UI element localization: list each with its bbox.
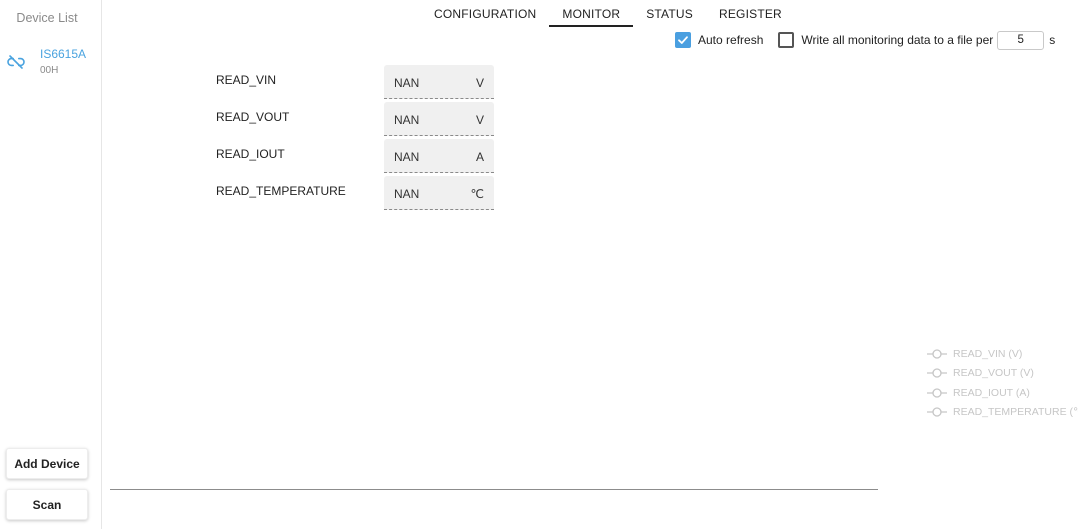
legend-line-marker-icon bbox=[927, 349, 947, 359]
monitor-label: READ_VIN bbox=[216, 73, 277, 87]
tab-configuration[interactable]: CONFIGURATION bbox=[421, 0, 549, 27]
legend-label: READ_IOUT (A) bbox=[953, 386, 1030, 399]
period-unit: s bbox=[1049, 33, 1056, 47]
legend-line-marker-icon bbox=[927, 368, 947, 378]
monitor-value: NAN bbox=[394, 150, 420, 164]
link-off-icon bbox=[7, 53, 25, 71]
legend-line-marker-icon bbox=[927, 407, 947, 417]
legend-item-vin[interactable]: READ_VIN (V) bbox=[926, 344, 1078, 364]
legend-item-iout[interactable]: READ_IOUT (A) bbox=[926, 383, 1078, 403]
monitor-unit: A bbox=[475, 150, 484, 164]
device-address: 00H bbox=[40, 65, 59, 76]
tab-bar: CONFIGURATION MONITOR STATUS REGISTER bbox=[421, 0, 795, 28]
legend-label: READ_VIN (V) bbox=[953, 347, 1023, 360]
monitor-unit: ℃ bbox=[470, 187, 484, 201]
read-vin-field[interactable]: NAN V bbox=[384, 65, 494, 99]
legend-label: READ_VOUT (V) bbox=[953, 367, 1034, 380]
add-device-button[interactable]: Add Device bbox=[6, 448, 88, 479]
read-iout-field[interactable]: NAN A bbox=[384, 139, 494, 173]
auto-refresh-checkbox[interactable] bbox=[675, 32, 691, 48]
auto-refresh-label: Auto refresh bbox=[698, 33, 764, 47]
scan-button[interactable]: Scan bbox=[6, 489, 88, 520]
read-vout-field[interactable]: NAN V bbox=[384, 102, 494, 136]
device-list-item[interactable]: IS6615A 00H bbox=[0, 42, 101, 82]
monitor-label: READ_TEMPERATURE bbox=[216, 184, 346, 198]
monitor-options: Auto refresh Write all monitoring data t… bbox=[675, 30, 1056, 50]
monitor-unit: V bbox=[475, 76, 484, 90]
monitor-label: READ_VOUT bbox=[216, 110, 290, 124]
period-input[interactable] bbox=[997, 30, 1045, 50]
chart-legend: READ_VIN (V) READ_VOUT (V) READ_IOUT (A)… bbox=[926, 344, 1078, 422]
check-icon bbox=[678, 36, 688, 44]
legend-label: READ_TEMPERATURE (℃) bbox=[953, 406, 1078, 419]
monitor-unit: V bbox=[475, 113, 484, 127]
legend-item-temperature[interactable]: READ_TEMPERATURE (℃) bbox=[926, 403, 1078, 423]
read-temperature-field[interactable]: NAN ℃ bbox=[384, 176, 494, 210]
sidebar-title: Device List bbox=[16, 11, 78, 25]
monitor-label: READ_IOUT bbox=[216, 147, 285, 161]
tab-status[interactable]: STATUS bbox=[633, 0, 706, 27]
write-file-checkbox[interactable] bbox=[778, 32, 795, 48]
chart-x-axis bbox=[110, 489, 878, 490]
legend-line-marker-icon bbox=[927, 388, 947, 398]
tab-monitor[interactable]: MONITOR bbox=[549, 0, 634, 27]
tab-register[interactable]: REGISTER bbox=[706, 0, 795, 27]
sidebar: Device List IS6615A 00H Add Device Scan bbox=[0, 0, 102, 529]
monitor-value: NAN bbox=[394, 76, 420, 90]
monitor-value: NAN bbox=[394, 113, 420, 127]
monitor-value: NAN bbox=[394, 187, 420, 201]
device-name: IS6615A bbox=[40, 47, 87, 61]
legend-item-vout[interactable]: READ_VOUT (V) bbox=[926, 364, 1078, 384]
write-file-label: Write all monitoring data to a file per bbox=[801, 33, 994, 47]
